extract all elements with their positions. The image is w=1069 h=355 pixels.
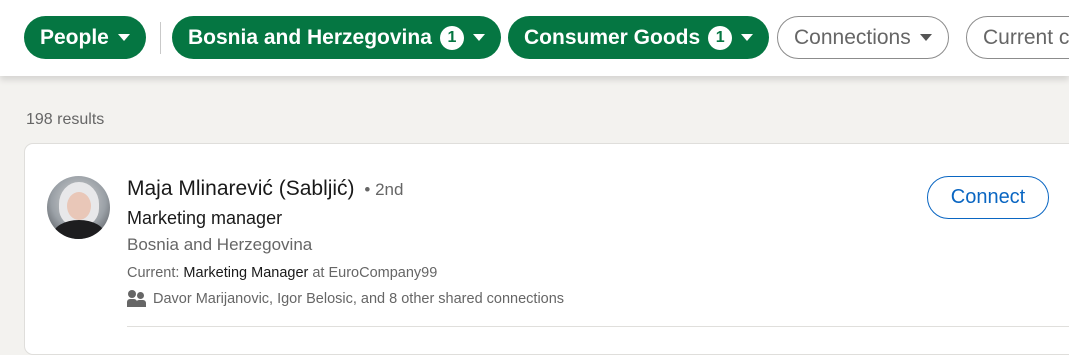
filter-divider (160, 22, 161, 54)
profile-location: Bosnia and Herzegovina (127, 235, 313, 254)
filter-people-label: People (40, 25, 109, 49)
filter-location-button[interactable]: Bosnia and Herzegovina 1 (172, 16, 501, 59)
filter-location-count-badge: 1 (439, 25, 464, 50)
search-result-card: Maja Mlinarević (Sabljić) • 2nd Marketin… (24, 143, 1069, 355)
filter-industry-count-badge: 1 (708, 25, 733, 50)
profile-name-link[interactable]: Maja Mlinarević (Sabljić) (127, 177, 355, 200)
profile-headline: Marketing manager (127, 208, 283, 228)
current-prefix: Current: (127, 265, 184, 281)
filter-current-company-button[interactable]: Current c (966, 16, 1069, 59)
current-role: Marketing Manager (183, 265, 309, 281)
caret-down-icon (472, 34, 485, 41)
caret-down-icon (117, 34, 130, 41)
filter-location-label: Bosnia and Herzegovina (188, 25, 432, 49)
filter-current-company-label: Current c (983, 25, 1069, 49)
card-separator (127, 326, 1069, 327)
connect-button[interactable]: Connect (927, 176, 1049, 219)
connection-degree: • 2nd (364, 180, 404, 199)
shared-connections-text: Davor Marijanovic, Igor Belosic, and 8 o… (153, 290, 565, 307)
filter-bar: People Bosnia and Herzegovina 1 Consumer… (0, 0, 1069, 76)
caret-down-icon (919, 34, 932, 41)
filter-people-button[interactable]: People (24, 16, 146, 59)
current-company: at EuroCompany99 (308, 265, 438, 281)
filter-connections-button[interactable]: Connections (777, 16, 949, 59)
filter-connections-label: Connections (794, 25, 911, 49)
profile-name-row: Maja Mlinarević (Sabljić) • 2nd (127, 177, 403, 201)
filter-industry-button[interactable]: Consumer Goods 1 (508, 16, 770, 59)
caret-down-icon (741, 34, 754, 41)
avatar[interactable] (47, 176, 110, 239)
people-icon (127, 290, 146, 307)
shared-connections[interactable]: Davor Marijanovic, Igor Belosic, and 8 o… (127, 290, 564, 307)
current-position: Current: Marketing Manager at EuroCompan… (127, 265, 437, 281)
results-count: 198 results (26, 111, 105, 128)
filter-industry-label: Consumer Goods (524, 25, 701, 49)
